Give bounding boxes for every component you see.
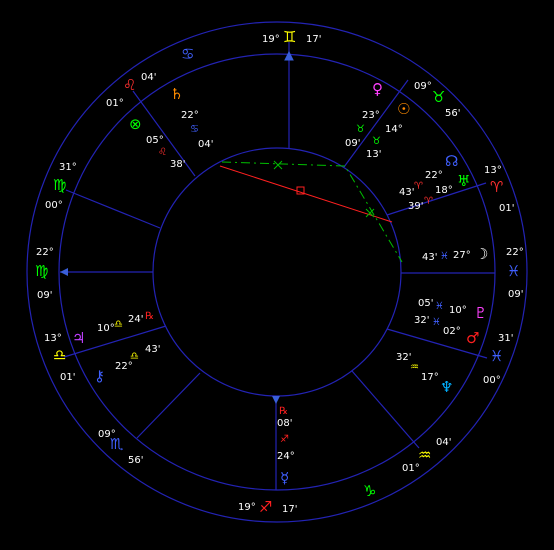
node-min: 43' bbox=[399, 187, 414, 198]
fortune-min: 38' bbox=[170, 159, 185, 170]
dsc-sign-icon: ♍ bbox=[35, 262, 48, 280]
neptune-sign-icon: ♒ bbox=[410, 362, 419, 373]
pluto-deg: 10° bbox=[449, 305, 467, 316]
moon-min: 43' bbox=[422, 252, 437, 263]
c3-min: 01° bbox=[402, 463, 420, 474]
c8-deg: 31° bbox=[59, 162, 77, 173]
moon-sign-icon: ♓ bbox=[440, 251, 449, 262]
capricorn-sign-icon: ♑ bbox=[363, 482, 376, 500]
mc-deg: 19° bbox=[262, 34, 280, 45]
chiron-min: 43' bbox=[145, 344, 160, 355]
sun-min: 13' bbox=[366, 149, 381, 160]
moon-icon: ☽ bbox=[475, 245, 488, 263]
c6-sign-icon: ♎ bbox=[53, 346, 66, 364]
venus-sign-icon: ♉ bbox=[356, 124, 365, 135]
c12-deg: 13° bbox=[484, 165, 502, 176]
c11-sign-icon: ♉ bbox=[432, 88, 445, 106]
pluto-min: 05' bbox=[418, 298, 433, 309]
mars-sign-icon: ♓ bbox=[432, 317, 441, 328]
c2-deg: 31' bbox=[498, 333, 513, 344]
uranus-min: 39' bbox=[408, 201, 423, 212]
dsc-min: 09' bbox=[37, 290, 52, 301]
c9-min: 01° bbox=[106, 98, 124, 109]
ic-min: 17' bbox=[282, 504, 297, 515]
neptune-deg: 17° bbox=[421, 372, 439, 383]
venus-deg: 23° bbox=[362, 110, 380, 121]
c6-min: 01' bbox=[60, 372, 75, 383]
sun-icon: ☉ bbox=[397, 100, 410, 118]
asc-sign-icon: ♓ bbox=[507, 262, 520, 280]
uranus-sign-icon: ♈ bbox=[424, 196, 433, 207]
chiron-deg: 22° bbox=[115, 361, 133, 372]
mercury-deg: 24° bbox=[277, 451, 295, 462]
mars-icon: ♂ bbox=[466, 329, 479, 347]
saturn-sign-icon: ♋ bbox=[190, 124, 199, 135]
jupiter-sign-icon: ♎ bbox=[114, 319, 123, 330]
saturn-deg: 22° bbox=[181, 110, 199, 121]
neptune-min: 32' bbox=[396, 352, 411, 363]
jupiter-deg: 10° bbox=[97, 323, 115, 334]
c5-min: 56' bbox=[128, 455, 143, 466]
fortune-icon: ⊗ bbox=[129, 115, 142, 133]
c2-sign-icon: ♓ bbox=[490, 347, 503, 365]
c3-sign-icon: ♒ bbox=[418, 446, 431, 464]
c11-min: 56' bbox=[445, 108, 460, 119]
c6-deg: 13° bbox=[44, 333, 62, 344]
mercury-sign-icon: ♐ bbox=[280, 434, 289, 445]
background bbox=[0, 0, 554, 550]
asc-min: 09' bbox=[508, 289, 523, 300]
c12-min: 01' bbox=[499, 203, 514, 214]
saturn-min: 04' bbox=[198, 139, 213, 150]
mercury-icon: ☿ bbox=[280, 469, 289, 487]
saturn-icon: ♄ bbox=[170, 85, 183, 103]
ic-sign-icon: ♐ bbox=[259, 498, 272, 516]
chiron-icon: ⚷ bbox=[94, 367, 105, 385]
node-deg: 22° bbox=[425, 170, 443, 181]
mercury-min: 08' bbox=[277, 418, 292, 429]
pluto-sign-icon: ♓ bbox=[435, 301, 444, 312]
neptune-icon: ♆ bbox=[440, 378, 453, 396]
chiron-sign-icon: ♎ bbox=[130, 351, 139, 362]
jupiter-retro: ℞ bbox=[145, 311, 154, 322]
asc-deg: 22° bbox=[506, 247, 524, 258]
venus-min: 09' bbox=[345, 138, 360, 149]
fortune-deg: 05° bbox=[146, 135, 164, 146]
c9-sign-icon: ♌ bbox=[123, 76, 136, 94]
uranus-icon: ♅ bbox=[457, 172, 470, 190]
chart-wheel: 19° ♊ 17' 09° ♉ 56' 13° ♈ 01' 22° ♓ 09' … bbox=[0, 0, 554, 550]
pluto-icon: ♇ bbox=[474, 304, 487, 322]
node-sign-icon: ♈ bbox=[414, 181, 423, 192]
sun-sign-icon: ♉ bbox=[372, 136, 381, 147]
dsc-deg: 22° bbox=[36, 247, 54, 258]
mercury-retro: ℞ bbox=[279, 406, 288, 417]
mc-min: 17' bbox=[306, 34, 321, 45]
uranus-deg: 18° bbox=[435, 185, 453, 196]
mars-min: 32' bbox=[414, 315, 429, 326]
mars-deg: 02° bbox=[443, 326, 461, 337]
c12-sign-icon: ♈ bbox=[490, 178, 503, 196]
c8-sign-icon: ♍ bbox=[53, 176, 66, 194]
venus-icon: ♀ bbox=[372, 80, 383, 98]
ic-deg: 19° bbox=[238, 502, 256, 513]
c5-sign-icon: ♏ bbox=[110, 435, 124, 453]
c9-deg: 04' bbox=[141, 72, 156, 83]
moon-deg: 27° bbox=[453, 250, 471, 261]
fortune-sign-icon: ♌ bbox=[158, 147, 167, 158]
c8-min: 00° bbox=[45, 200, 63, 211]
cancer-sign-icon: ♋ bbox=[181, 45, 194, 63]
c3-deg: 04' bbox=[436, 437, 451, 448]
c11-deg: 09° bbox=[414, 81, 432, 92]
sun-deg: 14° bbox=[385, 124, 403, 135]
c2-min: 00° bbox=[483, 375, 501, 386]
node-icon: ☊ bbox=[445, 152, 458, 170]
jupiter-min: 24' bbox=[128, 314, 143, 325]
mc-sign-icon: ♊ bbox=[283, 28, 296, 46]
jupiter-icon: ♃ bbox=[72, 329, 85, 347]
